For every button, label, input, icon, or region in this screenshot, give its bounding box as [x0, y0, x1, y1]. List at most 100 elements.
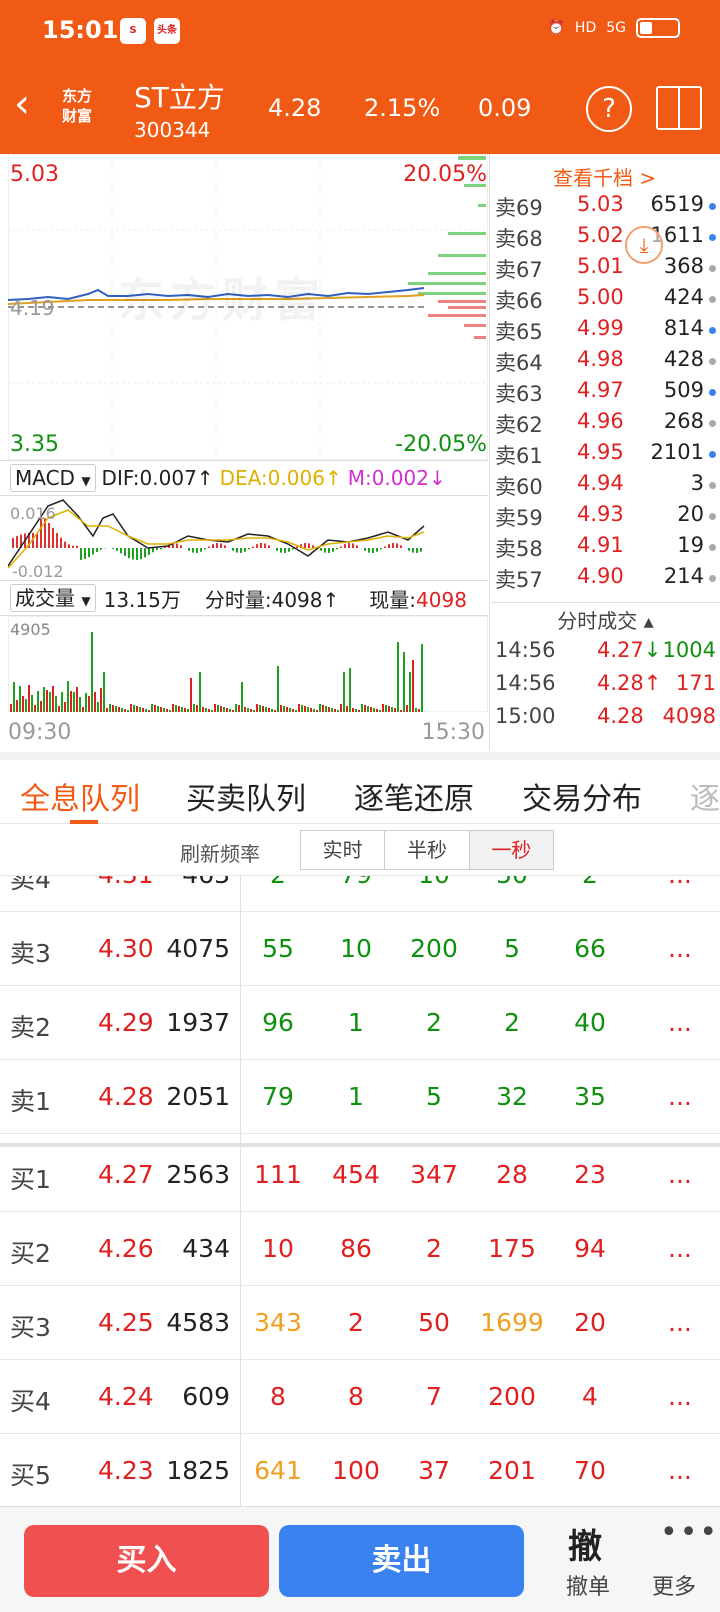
volume-bar — [109, 704, 111, 712]
macd-bar — [212, 544, 214, 548]
volume-bar — [226, 708, 228, 712]
queue-order-size: 10 — [394, 876, 474, 889]
order-book-row[interactable]: 卖65 4.99 814 — [491, 316, 720, 348]
refresh-half-second[interactable]: 半秒 — [385, 831, 470, 869]
volume-bar — [64, 702, 66, 712]
queue-more-link[interactable]: ... — [668, 1082, 692, 1111]
macd-chart[interactable] — [8, 496, 488, 580]
queue-order-size: 28 — [496, 1160, 528, 1189]
queue-order-size: 70 — [574, 1456, 606, 1485]
nav-bar: ‹ 东方 财富 ST立方 300344 4.28 2.15% 0.09 ? — [0, 66, 720, 154]
order-book-row[interactable]: 卖68 5.02 1611 — [491, 223, 720, 255]
macd-bar — [368, 548, 370, 553]
order-book-row[interactable]: 卖69 5.03 6519 — [491, 192, 720, 224]
queue-row[interactable]: 买5 4.23 1825 641 100 37 201 70... — [0, 1434, 720, 1506]
tab-tick-replay[interactable]: 逐笔还原 — [354, 774, 474, 818]
volume-bar — [223, 707, 225, 712]
order-book-row[interactable]: 卖59 4.93 20 — [491, 502, 720, 534]
queue-more-link[interactable]: ... — [668, 1008, 692, 1037]
order-book-row[interactable]: 卖62 4.96 268 — [491, 409, 720, 441]
queue-level-label: 卖3 — [10, 939, 51, 968]
volume-bar — [49, 692, 51, 712]
macd-bar — [308, 543, 310, 548]
queue-more-link[interactable]: ... — [668, 1456, 692, 1485]
queue-more-link[interactable]: ... — [668, 1234, 692, 1263]
cancel-order-label[interactable]: 撤单 — [566, 1569, 610, 1601]
volume-bar — [22, 696, 24, 712]
volume-bar — [160, 707, 162, 712]
tab-trade-distribution[interactable]: 交易分布 — [522, 774, 642, 818]
indicator-select[interactable]: MACD ▼ — [10, 464, 96, 492]
queue-row[interactable]: 卖3 4.30 4075 55 10 200 5 66... — [0, 912, 720, 986]
queue-row[interactable]: 卖1 4.28 2051 79 1 5 32 35... — [0, 1060, 720, 1134]
volume-bar — [106, 708, 108, 712]
tick-time: 14:56 — [495, 671, 556, 695]
order-book-row[interactable]: 卖57 4.90 214 — [491, 564, 720, 596]
order-book-row[interactable]: 卖60 4.94 3 — [491, 471, 720, 503]
volume-bar — [304, 706, 306, 712]
ticks-title[interactable]: 分时成交 ▴ — [491, 602, 720, 638]
order-book-row[interactable]: 卖64 4.98 428 — [491, 347, 720, 379]
volume-bar — [367, 706, 369, 712]
cancel-order-icon[interactable]: 撤 — [568, 1519, 602, 1568]
macd-bar — [296, 546, 298, 548]
order-book-row[interactable]: 卖61 4.95 2101 — [491, 440, 720, 472]
volume-bar — [190, 678, 192, 712]
level-volume: 509 — [663, 378, 704, 402]
eastmoney-logo: 东方 财富 — [61, 87, 92, 125]
more-label[interactable]: 更多 — [652, 1569, 696, 1601]
macd-bar — [332, 548, 334, 552]
queue-more-link[interactable]: ... — [668, 1160, 692, 1189]
tab-full-queue[interactable]: 全息队列 — [20, 774, 140, 818]
order-book-row[interactable]: 卖58 4.91 19 — [491, 533, 720, 565]
help-icon[interactable]: ? — [586, 86, 632, 132]
order-book-row[interactable]: 卖67 5.01 368 — [491, 254, 720, 286]
volume-bar — [301, 705, 303, 712]
queue-row[interactable]: 买1 4.27 2563 111 454 347 28 23... — [0, 1138, 720, 1212]
sell-button[interactable]: 卖出 — [279, 1525, 524, 1597]
queue-more-link[interactable]: ... — [668, 1382, 692, 1411]
switch-layout-icon[interactable] — [656, 86, 702, 130]
tab-order-queue[interactable]: 买卖队列 — [186, 774, 306, 818]
macd-bar — [72, 545, 74, 548]
back-icon[interactable]: ‹ — [14, 84, 30, 124]
price-max-label: 5.03 — [10, 162, 59, 187]
queue-row[interactable]: 卖2 4.29 1937 96 1 2 2 40... — [0, 986, 720, 1060]
volume-bar — [268, 708, 270, 712]
level-volume: 19 — [677, 533, 704, 557]
level-label: 卖61 — [495, 444, 543, 468]
tab-more-partial[interactable]: 逐 — [690, 774, 720, 818]
queue-row[interactable]: 买2 4.26 434 10 86 2 175 94... — [0, 1212, 720, 1286]
download-float-icon[interactable]: ⤓ — [625, 226, 663, 264]
order-book-row[interactable]: 卖63 4.97 509 — [491, 378, 720, 410]
order-book-row[interactable]: 卖66 5.00 424 — [491, 285, 720, 317]
queue-order-size: 2 — [348, 1308, 364, 1337]
volume-bar — [241, 682, 243, 712]
macd-bar — [320, 548, 322, 551]
queue-level-volume: 4583 — [166, 1308, 230, 1337]
refresh-one-second[interactable]: 一秒 — [469, 831, 553, 869]
buy-button[interactable]: 买入 — [24, 1525, 269, 1597]
volume-bar — [313, 709, 315, 712]
queue-row[interactable]: 买3 4.25 4583 343 2 50 1699 20... — [0, 1286, 720, 1360]
queue-level-price: 4.31 — [98, 876, 154, 889]
volume-bar — [88, 696, 90, 712]
queue-row[interactable]: 买4 4.24 609 8 8 7 200 4... — [0, 1360, 720, 1434]
volume-indicator-select[interactable]: 成交量 ▼ — [10, 584, 96, 612]
queue-more-link[interactable]: ... — [668, 1308, 692, 1337]
queue-more-link[interactable]: ... — [668, 876, 692, 889]
queue-level-price: 4.25 — [98, 1308, 154, 1337]
volume-chart[interactable] — [8, 616, 488, 712]
status-bar: 15:01 S 头条 ⏰ HD 5G — [0, 0, 720, 66]
queue-order-size: 7 — [426, 1382, 442, 1411]
volume-bar — [58, 706, 60, 712]
more-icon[interactable]: ••• — [660, 1515, 719, 1550]
queue-row[interactable]: 卖44.3146327910502... — [0, 876, 720, 912]
volume-bar — [286, 707, 288, 712]
queue-more-link[interactable]: ... — [668, 934, 692, 963]
volume-bar — [115, 706, 117, 712]
refresh-realtime[interactable]: 实时 — [301, 831, 386, 869]
volume-bar — [376, 709, 378, 712]
view-1000-levels-link[interactable]: 查看千档 > — [553, 162, 656, 191]
tick-row: 15:00 4.28 4098 — [491, 704, 720, 736]
